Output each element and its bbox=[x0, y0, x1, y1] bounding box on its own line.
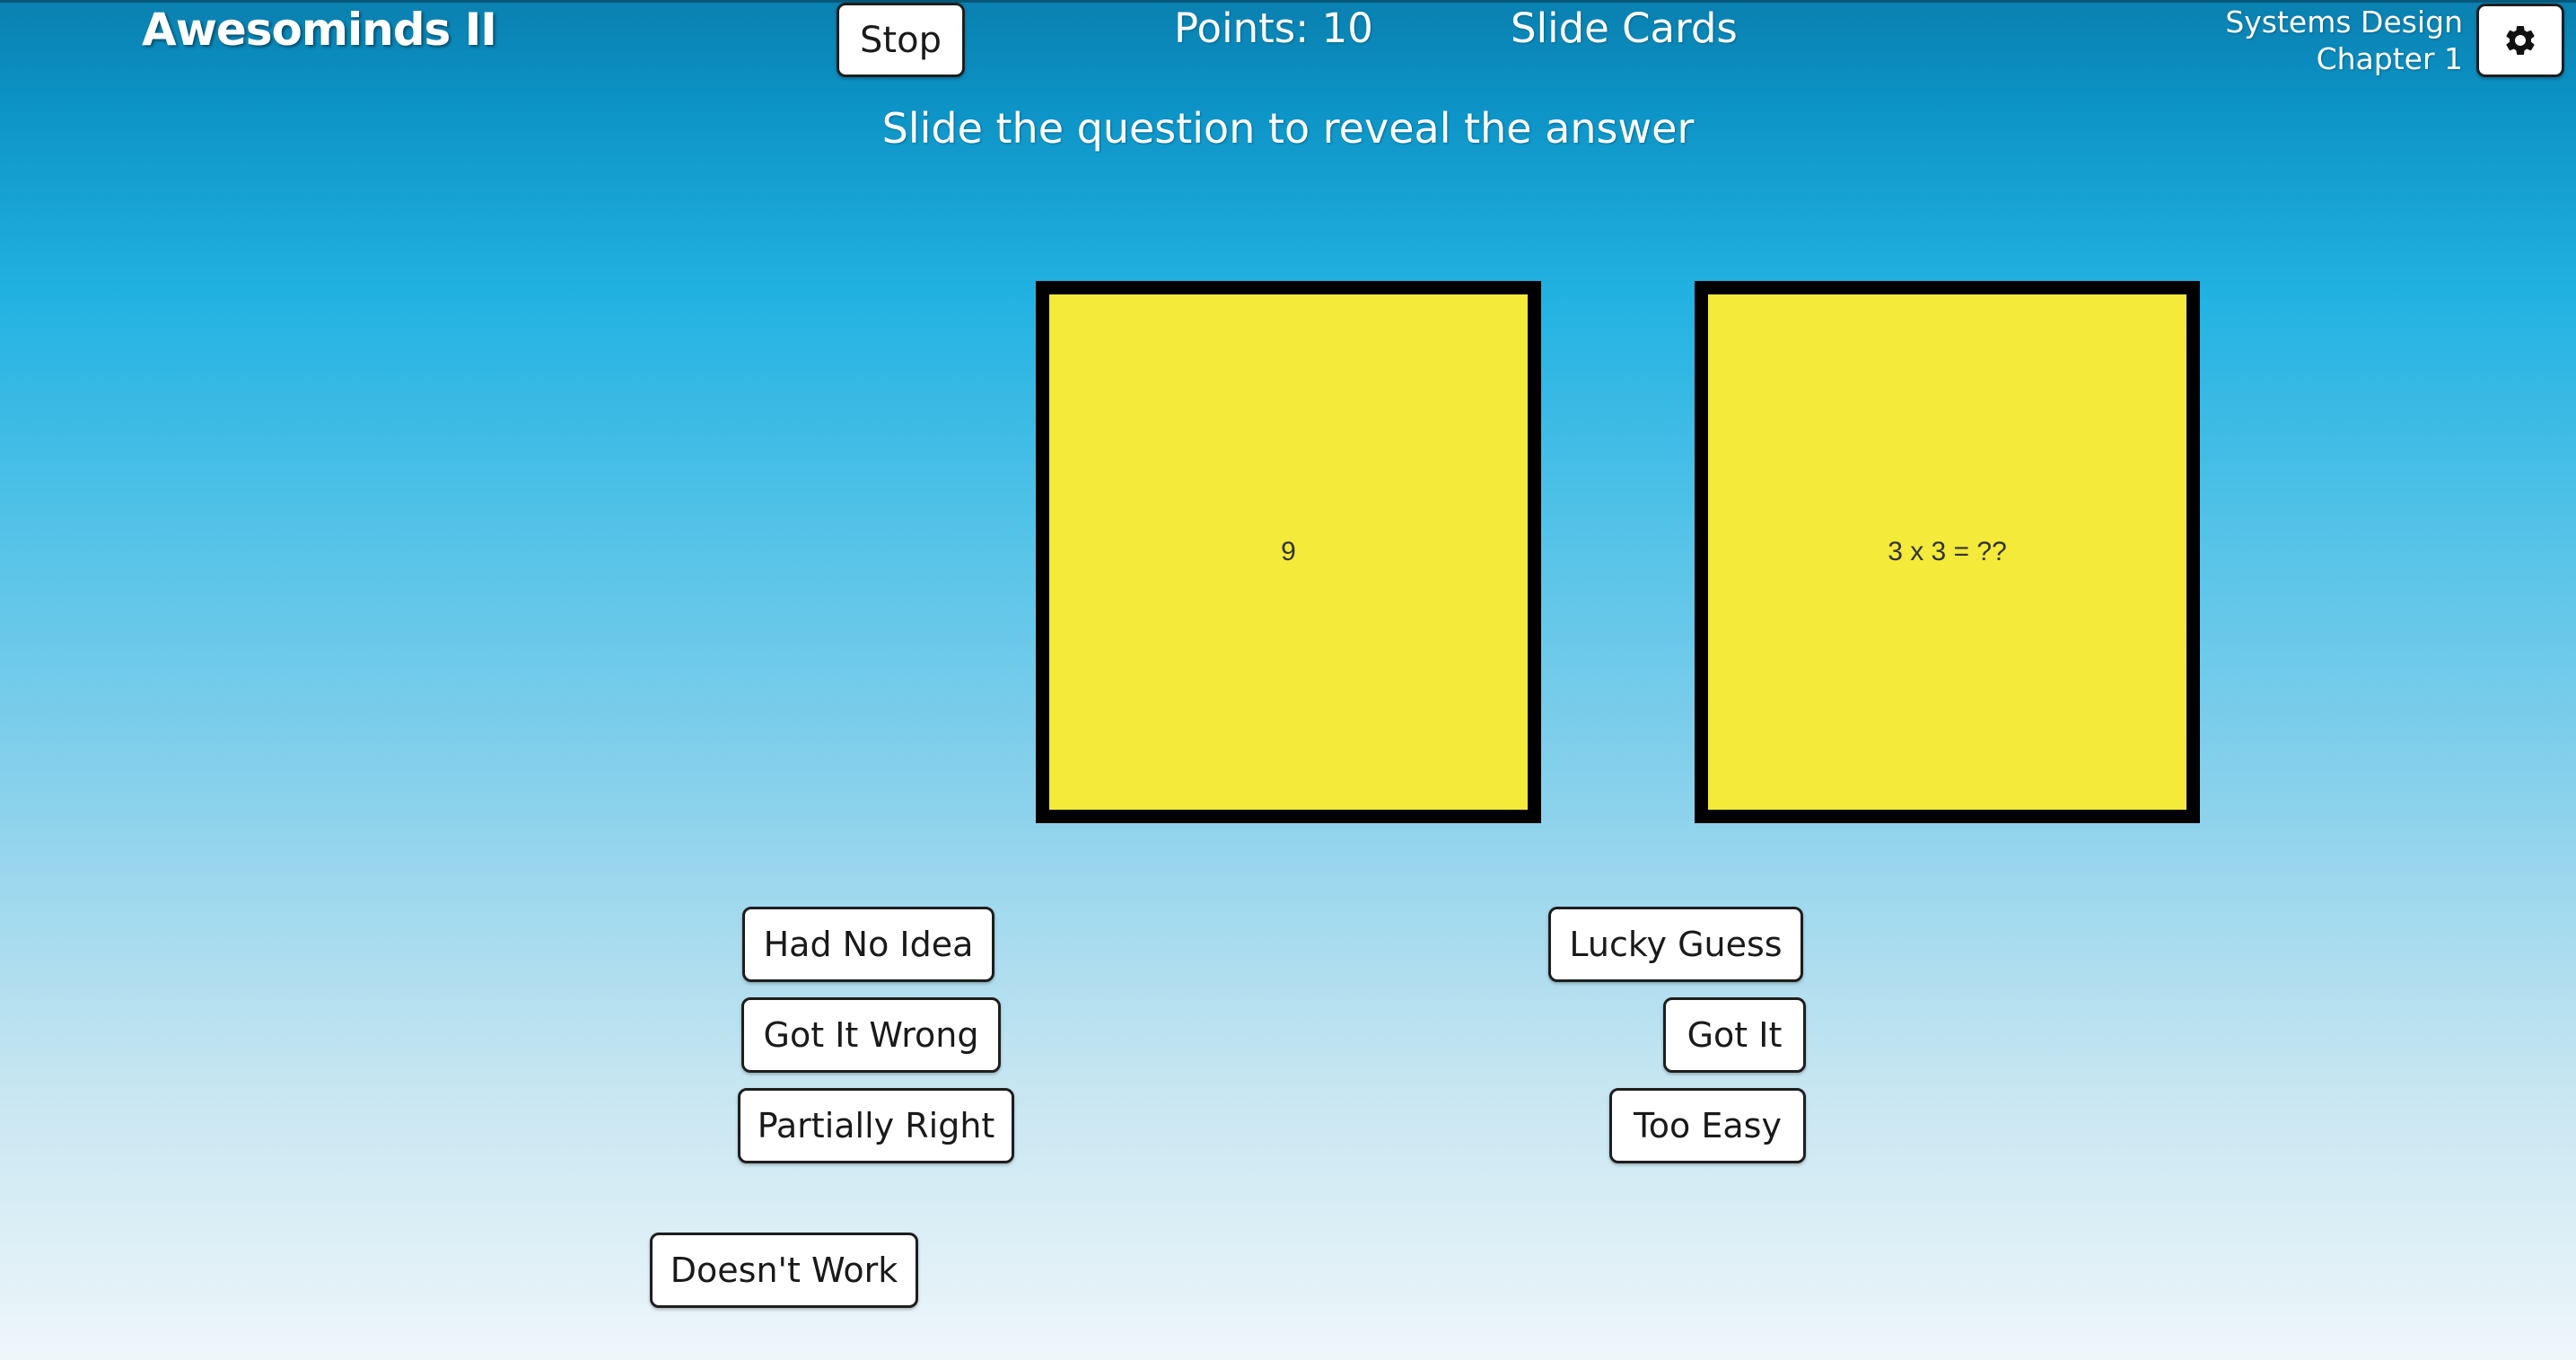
question-text: 3 x 3 = ?? bbox=[1888, 537, 2007, 566]
mode-title: Slide Cards bbox=[1511, 4, 1738, 52]
got-it-wrong-button[interactable]: Got It Wrong bbox=[741, 997, 1001, 1073]
had-no-idea-button[interactable]: Had No Idea bbox=[742, 907, 994, 982]
lucky-guess-button[interactable]: Lucky Guess bbox=[1548, 907, 1803, 982]
subject-chapter: Chapter 1 bbox=[2316, 41, 2463, 76]
subject-label: Systems Design Chapter 1 bbox=[2225, 4, 2463, 77]
question-card[interactable]: 3 x 3 = ?? bbox=[1695, 281, 2200, 823]
stop-button[interactable]: Stop bbox=[837, 3, 965, 77]
points-value: 10 bbox=[1321, 4, 1373, 52]
instruction-text: Slide the question to reveal the answer bbox=[881, 104, 1695, 153]
points-display: Points: 10 bbox=[1174, 4, 1373, 52]
partially-right-button[interactable]: Partially Right bbox=[738, 1088, 1014, 1163]
too-easy-button[interactable]: Too Easy bbox=[1609, 1088, 1806, 1163]
doesnt-work-button[interactable]: Doesn't Work bbox=[650, 1233, 918, 1308]
got-it-button[interactable]: Got It bbox=[1663, 997, 1806, 1073]
app-title: Awesominds II bbox=[142, 4, 497, 56]
gear-icon bbox=[2506, 25, 2535, 55]
answer-text: 9 bbox=[1281, 537, 1296, 566]
points-label: Points: bbox=[1174, 4, 1310, 52]
top-border bbox=[0, 0, 2576, 3]
settings-button[interactable] bbox=[2476, 4, 2564, 77]
subject-course: Systems Design bbox=[2225, 4, 2463, 39]
answer-card[interactable]: 9 bbox=[1036, 281, 1541, 823]
